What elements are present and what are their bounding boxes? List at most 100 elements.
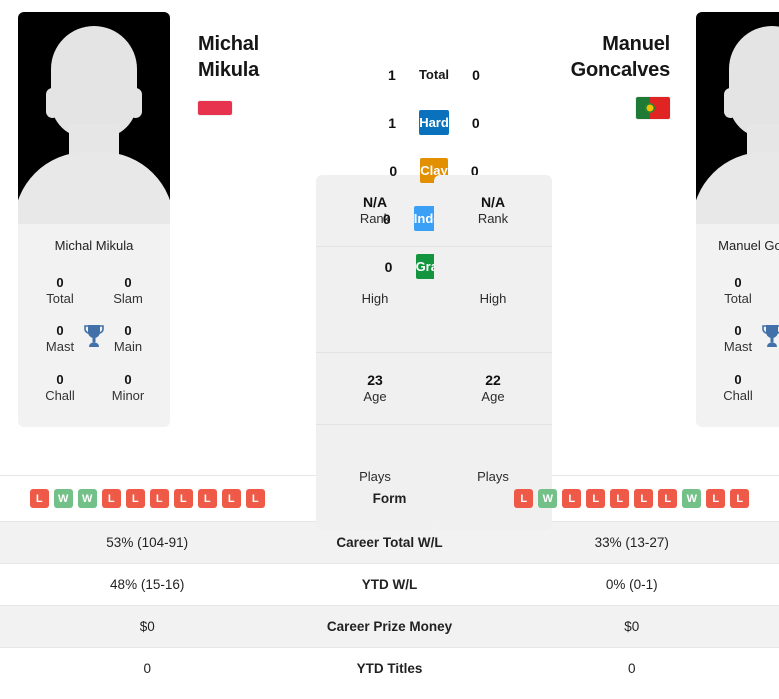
form-badge-loss: L — [245, 489, 265, 508]
left-player-flag — [198, 101, 232, 116]
left-career-prize-money: $0 — [139, 619, 155, 634]
left-career-total-wl: 53% (104-91) — [106, 535, 189, 550]
surface-left-score: 0 — [384, 258, 393, 275]
form-badge-win: W — [538, 489, 558, 508]
surface-left-score: 0 — [389, 162, 398, 179]
form-badge-win: W — [682, 489, 702, 508]
title-label: Slam — [113, 290, 143, 306]
form-badge-loss: L — [514, 489, 534, 508]
left-player-name-block: Michal Mikula — [170, 12, 316, 120]
head-to-head-top: Michal Mikula 0 Total 0 Slam 0 Mast 0 Ma… — [0, 0, 779, 530]
right-rank-row: N/A Rank — [434, 175, 552, 248]
left-player-last-name: Mikula — [198, 58, 260, 81]
title-count: 0 — [734, 274, 742, 290]
trophy-icon — [81, 321, 107, 351]
right-player-flag — [636, 97, 670, 120]
table-row-ytd-wl: 48% (15-16) YTD W/L 0% (0-1) — [0, 563, 779, 606]
right-player-name-block: Manuel Goncalves — [552, 12, 696, 124]
avatar-silhouette-ear-left — [724, 88, 737, 118]
title-count: 0 — [772, 275, 779, 291]
right-age-label: Age — [481, 389, 505, 405]
title-count: 0 — [734, 371, 742, 387]
title-count: 0 — [772, 372, 779, 388]
form-badge-loss: L — [221, 489, 241, 508]
left-ytd-titles: 0 — [143, 661, 151, 676]
title-count: 0 — [56, 274, 64, 290]
right-player-first-name: Manuel — [602, 33, 670, 55]
left-age-label: Age — [363, 389, 387, 405]
title-cell: 0 Chall — [704, 365, 772, 412]
avatar-silhouette-head — [51, 26, 137, 138]
title-label: Minor — [111, 387, 145, 403]
surface-left-score: 0 — [382, 210, 391, 227]
right-player-titles-card: Manuel Goncalves 0 Total 0 Slam 0 Mast 0… — [696, 224, 779, 428]
form-badge-loss: L — [101, 489, 121, 508]
title-cell: 0 Slam — [772, 268, 779, 315]
right-form-strip: LWLLLLLWLL — [491, 489, 773, 508]
surface-left-score: 1 — [388, 114, 397, 131]
form-badge-loss: L — [658, 489, 678, 508]
form-badge-loss: L — [634, 489, 654, 508]
right-high-label: High — [479, 291, 507, 307]
right-rank-label: Rank — [477, 211, 509, 227]
right-stat-card-column: N/A Rank High 22 Age Plays — [434, 175, 552, 530]
title-label: Chall — [45, 387, 75, 403]
table-row-ytd-titles: 0 YTD Titles 0 — [0, 647, 779, 690]
right-career-prize-money: $0 — [624, 619, 640, 634]
title-cell: 0 Minor — [772, 365, 779, 412]
left-player-first-name: Michal — [198, 33, 260, 55]
row-label-ytd-titles: YTD Titles — [356, 661, 423, 676]
left-age-value: 23 — [367, 371, 383, 388]
left-player-card-name: Michal Mikula — [54, 238, 134, 253]
left-player-avatar — [18, 12, 170, 224]
surface-left-score: 1 — [388, 66, 396, 83]
avatar-silhouette-body — [18, 152, 170, 224]
row-label-ytd-wl: YTD W/L — [361, 577, 418, 592]
form-badge-loss: L — [562, 489, 582, 508]
right-player-avatar — [696, 12, 779, 224]
title-cell: 0 Slam — [94, 268, 162, 315]
right-player-card-name: Manuel Goncalves — [718, 238, 779, 253]
title-count: 0 — [124, 371, 132, 387]
right-high-row: High — [434, 247, 552, 353]
left-form-cell: LWWLLLLLLL — [0, 476, 294, 522]
title-cell: 0 Total — [704, 268, 772, 315]
avatar-silhouette-head — [729, 26, 779, 138]
right-player-last-name: Goncalves — [570, 58, 671, 81]
right-stat-card: N/A Rank High 22 Age Plays — [434, 175, 552, 530]
left-player-column: Michal Mikula 0 Total 0 Slam 0 Mast 0 Ma… — [18, 12, 170, 428]
right-age-value: 22 — [485, 371, 501, 388]
form-badge-loss: L — [706, 489, 726, 508]
form-badge-loss: L — [730, 489, 750, 508]
left-titles-grid: 0 Total 0 Slam 0 Mast 0 Main 0 Chall 0 M… — [18, 258, 170, 416]
surface-right-score: 0 — [471, 114, 480, 131]
right-ytd-titles: 0 — [628, 661, 636, 676]
right-age-row: 22 Age — [434, 353, 552, 426]
title-label: Slam — [772, 291, 779, 307]
form-badge-loss: L — [149, 489, 169, 508]
left-high-label: High — [361, 291, 389, 307]
trophy-icon — [759, 321, 779, 351]
flag-emblem-icon — [644, 103, 655, 114]
avatar-silhouette-ear-left — [46, 88, 59, 118]
title-label: Total — [724, 290, 752, 306]
surface-badge-hard[interactable]: Hard — [419, 110, 449, 135]
left-age-row: 23 Age — [316, 353, 434, 426]
form-badge-loss: L — [125, 489, 145, 508]
row-label-career-prize-money: Career Prize Money — [326, 619, 453, 634]
form-badge-loss: L — [197, 489, 217, 508]
title-cell: 0 Chall — [26, 365, 94, 412]
left-player-titles-card: Michal Mikula 0 Total 0 Slam 0 Mast 0 Ma… — [18, 224, 170, 428]
right-player-column: Manuel Goncalves 0 Total 0 Slam 0 Mast 0… — [696, 12, 779, 428]
form-badge-loss: L — [173, 489, 193, 508]
form-badge-win: W — [53, 489, 73, 508]
form-badge-loss: L — [610, 489, 630, 508]
surface-right-score: 0 — [472, 66, 480, 83]
right-ytd-wl: 0% (0-1) — [605, 577, 658, 592]
title-count: 0 — [56, 371, 64, 387]
title-label: Chall — [723, 387, 753, 403]
avatar-silhouette-body — [696, 152, 779, 224]
left-plays-row: Plays — [316, 425, 434, 530]
left-form-strip: LWWLLLLLLL — [6, 489, 288, 508]
left-ytd-wl: 48% (15-16) — [110, 577, 185, 592]
